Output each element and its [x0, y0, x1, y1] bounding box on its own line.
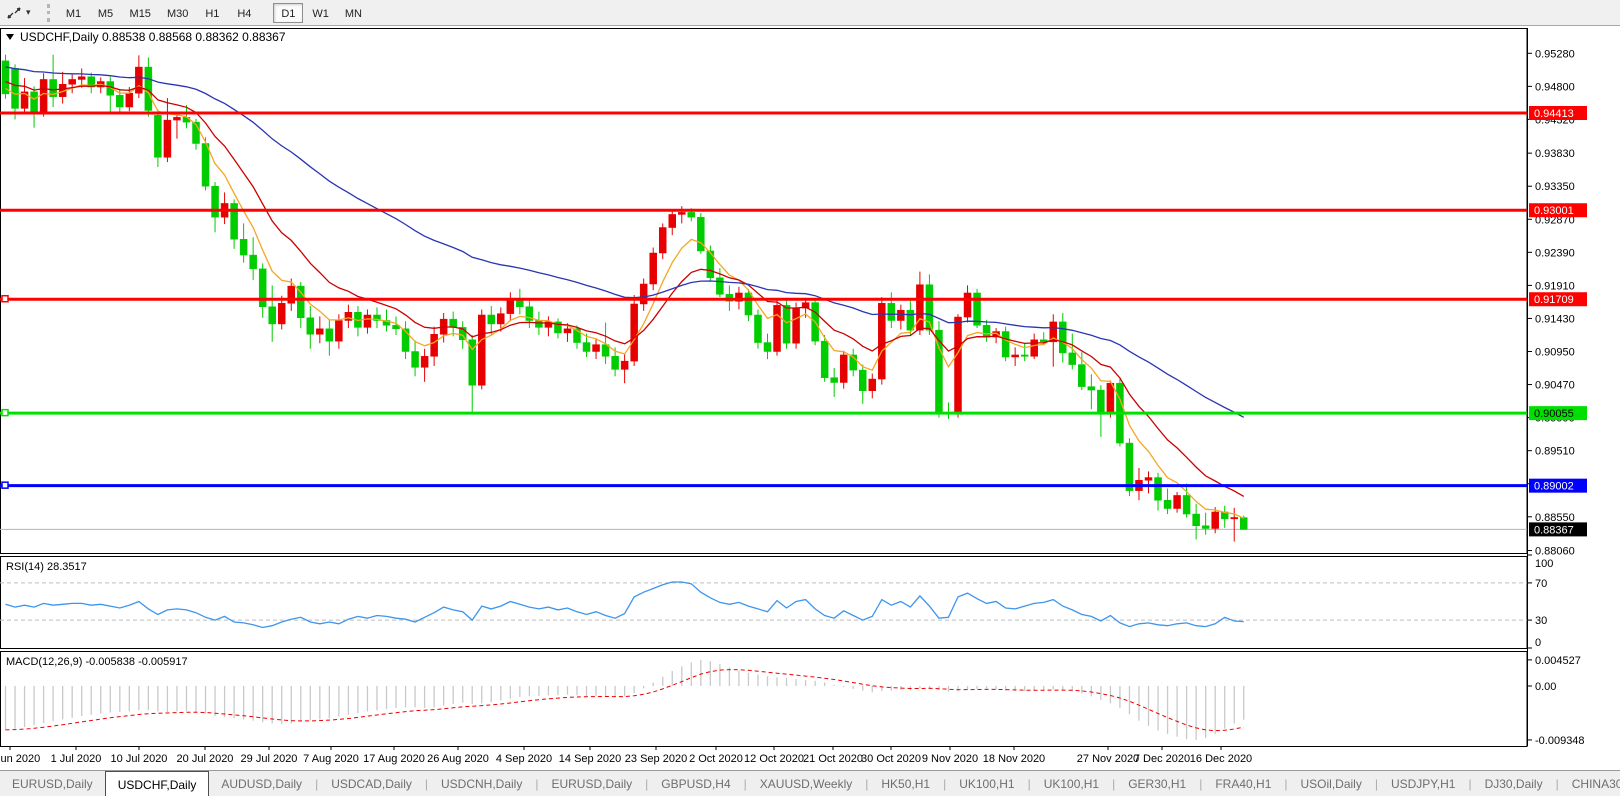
- chart-tab-bar: EURUSD,DailyUSDCHF,DailyAUDUSD,Daily|USD…: [0, 770, 1620, 796]
- svg-text:0.90950: 0.90950: [1535, 346, 1575, 358]
- svg-text:26 Aug 2020: 26 Aug 2020: [427, 753, 489, 765]
- chart-tab-usdchf-daily[interactable]: USDCHF,Daily: [105, 771, 210, 796]
- svg-text:21 Oct 2020: 21 Oct 2020: [803, 753, 863, 765]
- timeframe-button-w1[interactable]: W1: [305, 3, 336, 23]
- chart-tab-usdcad-daily[interactable]: USDCAD,Daily: [319, 771, 424, 796]
- macd-signal-line: [6, 670, 1244, 731]
- svg-text:0.88550: 0.88550: [1535, 512, 1575, 524]
- svg-text:0.89002: 0.89002: [1534, 481, 1574, 493]
- svg-text:1 Jul 2020: 1 Jul 2020: [51, 753, 102, 765]
- svg-text:0.00: 0.00: [1535, 681, 1556, 693]
- svg-text:29 Jul 2020: 29 Jul 2020: [241, 753, 298, 765]
- toolbar-drag-handle[interactable]: [47, 4, 50, 22]
- timeframe-button-m30[interactable]: M30: [160, 3, 195, 23]
- chart-tab-usoil-daily[interactable]: USOil,Daily: [1289, 771, 1374, 796]
- timeframe-button-m15[interactable]: M15: [123, 3, 158, 23]
- chart-tools[interactable]: ▾: [0, 0, 37, 25]
- chart-tab-ger30-h1[interactable]: GER30,H1: [1116, 771, 1198, 796]
- svg-text:7 Aug 2020: 7 Aug 2020: [303, 753, 359, 765]
- svg-text:0.89510: 0.89510: [1535, 446, 1575, 458]
- svg-text:0.95280: 0.95280: [1535, 48, 1575, 60]
- svg-text:0.91430: 0.91430: [1535, 313, 1575, 325]
- timeframe-button-d1[interactable]: D1: [273, 3, 303, 23]
- svg-text:0.91709: 0.91709: [1534, 294, 1574, 306]
- chart-tab-china300-h1[interactable]: CHINA300,H1: [1560, 771, 1620, 796]
- svg-text:7 Dec 2020: 7 Dec 2020: [1134, 753, 1190, 765]
- timeframe-button-mn[interactable]: MN: [338, 3, 369, 23]
- panel-frames: [1, 28, 1528, 747]
- chart-tab-dj30-daily[interactable]: DJ30,Daily: [1473, 771, 1555, 796]
- rsi-label: RSI(14) 28.3517: [6, 561, 87, 573]
- timeframe-button-h1[interactable]: H1: [197, 3, 227, 23]
- chart-tab-uk100-h1[interactable]: UK100,H1: [947, 771, 1026, 796]
- chart-tab-hk50-h1[interactable]: HK50,H1: [869, 771, 942, 796]
- svg-text:0: 0: [1535, 637, 1541, 649]
- current-price-line: 0.88367: [0, 522, 1587, 536]
- chart-tab-eurusd-daily[interactable]: EURUSD,Daily: [0, 771, 105, 796]
- timeframe-toolbar: ▾ M1M5M15M30H1H4 D1W1MN: [0, 0, 1620, 26]
- date-axis: 22 Jun 2020 1 Jul 2020 10 Jul 2020 20 Jul 2…: [0, 746, 1252, 765]
- svg-text:0.94800: 0.94800: [1535, 81, 1575, 93]
- chart-tab-eurusd-daily[interactable]: EURUSD,Daily: [539, 771, 644, 796]
- svg-text:17 Aug 2020: 17 Aug 2020: [363, 753, 425, 765]
- svg-text:0.92390: 0.92390: [1535, 247, 1575, 259]
- svg-text:14 Sep 2020: 14 Sep 2020: [559, 753, 621, 765]
- chart-tab-usdcnh-daily[interactable]: USDCNH,Daily: [429, 771, 534, 796]
- chart-title-text: USDCHF,Daily 0.88538 0.88568 0.88362 0.8…: [20, 30, 286, 44]
- svg-text:0.004527: 0.004527: [1535, 655, 1581, 667]
- svg-text:0.90055: 0.90055: [1534, 408, 1574, 420]
- timeframe-button-m1[interactable]: M1: [59, 3, 89, 23]
- rsi-panel: 100 70 30 0 RSI(14) 28.3517: [0, 555, 1553, 649]
- svg-text:16 Dec 2020: 16 Dec 2020: [1190, 753, 1252, 765]
- svg-text:23 Sep 2020: 23 Sep 2020: [625, 753, 687, 765]
- cursor-move-icon: [6, 6, 22, 20]
- chart-tab-gbpusd-h4[interactable]: GBPUSD,H4: [649, 771, 742, 796]
- chart-canvas[interactable]: 0.952800.948000.943200.938300.933500.928…: [0, 26, 1620, 770]
- svg-text:2 Oct 2020: 2 Oct 2020: [689, 753, 743, 765]
- timeframe-button-h4[interactable]: H4: [229, 3, 259, 23]
- chart-title: USDCHF,Daily 0.88538 0.88568 0.88362 0.8…: [6, 30, 286, 44]
- svg-text:100: 100: [1535, 558, 1553, 570]
- svg-text:18 Nov 2020: 18 Nov 2020: [983, 753, 1045, 765]
- timeframe-button-m5[interactable]: M5: [91, 3, 121, 23]
- chart-tab-fra40-h1[interactable]: FRA40,H1: [1203, 771, 1283, 796]
- svg-text:0.93001: 0.93001: [1534, 205, 1574, 217]
- svg-text:0.94413: 0.94413: [1534, 108, 1574, 120]
- svg-text:30: 30: [1535, 615, 1547, 627]
- svg-text:22 Jun 2020: 22 Jun 2020: [0, 753, 40, 765]
- chart-tab-audusd-daily[interactable]: AUDUSD,Daily: [209, 771, 314, 796]
- svg-text:0.93830: 0.93830: [1535, 148, 1575, 160]
- svg-text:27 Nov 2020: 27 Nov 2020: [1077, 753, 1139, 765]
- ma-mid-red: [6, 82, 1244, 497]
- svg-text:0.88367: 0.88367: [1534, 524, 1574, 536]
- svg-text:0.90470: 0.90470: [1535, 380, 1575, 392]
- chart-tab-usdjpy-h1[interactable]: USDJPY,H1: [1379, 771, 1467, 796]
- ma-fast-orange: [6, 84, 1244, 518]
- svg-text:10 Jul 2020: 10 Jul 2020: [111, 753, 168, 765]
- svg-text:9 Nov 2020: 9 Nov 2020: [922, 753, 978, 765]
- chart-tab-uk100-h1[interactable]: UK100,H1: [1032, 771, 1111, 796]
- svg-text:30 Oct 2020: 30 Oct 2020: [861, 753, 921, 765]
- macd-panel: 0.004527 0.00 -0.009348 MACD(12,26,9) -0.00…: [6, 655, 1585, 747]
- macd-label: MACD(12,26,9) -0.005838 -0.005917: [6, 656, 188, 668]
- svg-text:70: 70: [1535, 578, 1547, 590]
- chevron-down-icon: ▾: [26, 7, 31, 18]
- mt4-terminal: ▾ M1M5M15M30H1H4 D1W1MN 0.95280 0.94800 0.9…: [0, 0, 1620, 796]
- svg-text:-0.009348: -0.009348: [1535, 735, 1585, 747]
- svg-text:0.91910: 0.91910: [1535, 280, 1575, 292]
- svg-text:4 Sep 2020: 4 Sep 2020: [496, 753, 552, 765]
- chart-tab-xauusd-weekly[interactable]: XAUUSD,Weekly: [748, 771, 864, 796]
- svg-text:0.88060: 0.88060: [1535, 546, 1575, 558]
- svg-text:12 Oct 2020: 12 Oct 2020: [744, 753, 804, 765]
- svg-text:20 Jul 2020: 20 Jul 2020: [177, 753, 234, 765]
- svg-text:0.93350: 0.93350: [1535, 181, 1575, 193]
- ma-lines: [6, 67, 1244, 518]
- rsi-line: [6, 582, 1244, 628]
